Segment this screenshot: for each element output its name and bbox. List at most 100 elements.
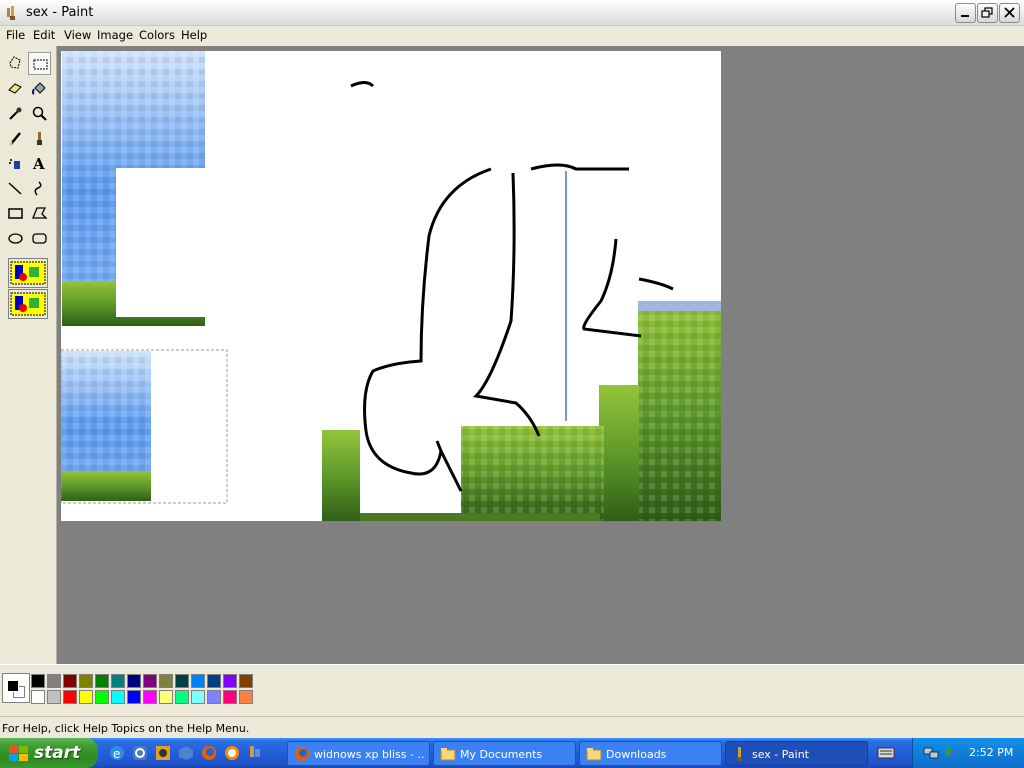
menu-help[interactable]: Help [181, 28, 207, 42]
task-button-downloads[interactable]: Downloads [579, 741, 722, 766]
ellipse-icon [8, 233, 23, 244]
rounded-rectangle-tool[interactable] [28, 227, 51, 250]
curve-icon [34, 181, 42, 196]
palette-swatch[interactable] [239, 674, 253, 688]
line-tool[interactable] [4, 177, 27, 200]
palette-swatch[interactable] [143, 690, 157, 704]
menu-edit[interactable]: Edit [33, 28, 55, 42]
firefox-icon[interactable] [201, 745, 217, 761]
network-icon[interactable] [923, 745, 939, 761]
magnifier-icon [32, 106, 47, 121]
palette-swatch[interactable] [47, 674, 61, 688]
free-form-select-icon [9, 56, 21, 69]
task-label: Downloads [606, 748, 667, 761]
close-button[interactable] [999, 3, 1020, 23]
menu-file[interactable]: File [6, 28, 25, 42]
brush-tool[interactable] [28, 127, 51, 150]
rect-select-icon [33, 59, 48, 70]
select-tool[interactable] [28, 52, 51, 75]
status-bar: For Help, click Help Topics on the Help … [0, 716, 1024, 738]
task-label: My Documents [460, 748, 543, 761]
palette-swatch[interactable] [223, 690, 237, 704]
task-button-my-documents[interactable]: My Documents [433, 741, 576, 766]
fill-tool[interactable] [28, 77, 51, 100]
palette-swatch[interactable] [95, 690, 109, 704]
palette-swatch[interactable] [63, 674, 77, 688]
restore-icon [981, 7, 993, 18]
palette-swatch[interactable] [47, 690, 61, 704]
menu-colors[interactable]: Colors [139, 28, 175, 42]
palette-swatch[interactable] [159, 690, 173, 704]
palette-swatch[interactable] [127, 690, 141, 704]
media-icon[interactable] [155, 745, 171, 761]
eyedropper-icon [9, 107, 22, 120]
palette-swatch[interactable] [111, 674, 125, 688]
text-tool[interactable]: A [28, 152, 51, 175]
palette-swatch[interactable] [79, 674, 93, 688]
minimize-button[interactable] [955, 3, 976, 23]
title-bar[interactable]: sex - Paint [0, 0, 1024, 26]
polygon-tool[interactable] [28, 202, 51, 225]
opaque-selection-option[interactable] [8, 258, 48, 288]
window-title: sex - Paint [26, 5, 94, 20]
menu-image[interactable]: Image [97, 28, 133, 42]
ellipse-tool[interactable] [4, 227, 27, 250]
palette-swatch[interactable] [191, 690, 205, 704]
palette-swatch[interactable] [239, 690, 253, 704]
menu-view[interactable]: View [64, 28, 91, 42]
clock: 2:52 PM [969, 746, 1014, 759]
system-tray: 2:52 PM [912, 738, 1024, 768]
rectangle-tool[interactable] [4, 202, 27, 225]
palette-swatch[interactable] [63, 690, 77, 704]
palette-swatch[interactable] [127, 674, 141, 688]
curve-tool[interactable] [28, 177, 51, 200]
airbrush-icon [9, 159, 20, 169]
ie-icon[interactable]: e [109, 745, 125, 761]
palette-swatch[interactable] [143, 674, 157, 688]
drawing-canvas[interactable] [61, 51, 721, 521]
magnifier-tool[interactable] [28, 102, 51, 125]
rounded-rectangle-icon [32, 233, 47, 244]
transparent-mode-icon [10, 292, 46, 316]
palette-swatch[interactable] [31, 674, 45, 688]
palette-swatch[interactable] [175, 690, 189, 704]
palette-swatch[interactable] [223, 674, 237, 688]
polygon-icon [32, 207, 48, 219]
folder-icon [440, 748, 456, 761]
palette-swatch[interactable] [31, 690, 45, 704]
palette-swatch[interactable] [111, 690, 125, 704]
palette-swatch[interactable] [79, 690, 93, 704]
svg-text:e: e [113, 747, 120, 761]
keyboard-icon[interactable] [877, 746, 895, 760]
text-icon: A [32, 155, 45, 172]
task-button-firefox[interactable]: widnows xp bliss - ... [287, 741, 430, 766]
palette-swatch[interactable] [191, 674, 205, 688]
minimize-icon [961, 15, 969, 17]
current-colors[interactable] [2, 673, 30, 703]
palette-swatch[interactable] [207, 674, 221, 688]
paint-quicklaunch-icon[interactable] [247, 745, 263, 761]
palette-swatch[interactable] [175, 674, 189, 688]
airbrush-tool[interactable] [4, 152, 27, 175]
sync-icon[interactable] [132, 745, 148, 761]
start-button[interactable]: start [0, 738, 98, 768]
menu-bar: File Edit View Image Colors Help [0, 26, 1024, 46]
messenger-icon[interactable] [224, 745, 240, 761]
eraser-tool[interactable] [4, 77, 27, 100]
restore-button[interactable] [977, 3, 998, 23]
task-label: widnows xp bliss - ... [314, 748, 424, 761]
tool-box: A [0, 46, 57, 664]
palette-swatch[interactable] [207, 690, 221, 704]
palette-swatch[interactable] [159, 674, 173, 688]
palette-swatch[interactable] [95, 674, 109, 688]
pick-color-tool[interactable] [4, 102, 27, 125]
opaque-mode-icon [10, 261, 46, 285]
task-button-paint[interactable]: sex - Paint [725, 741, 868, 766]
pencil-tool[interactable] [4, 127, 27, 150]
transparent-selection-option[interactable] [8, 289, 48, 319]
messenger-tray-icon[interactable] [943, 745, 959, 761]
taskbar: start e widnows xp bliss - ... My Docume… [0, 738, 1024, 768]
free-form-select-tool[interactable] [4, 52, 27, 75]
svg-text:A: A [32, 155, 45, 172]
3d-icon[interactable] [178, 745, 194, 761]
